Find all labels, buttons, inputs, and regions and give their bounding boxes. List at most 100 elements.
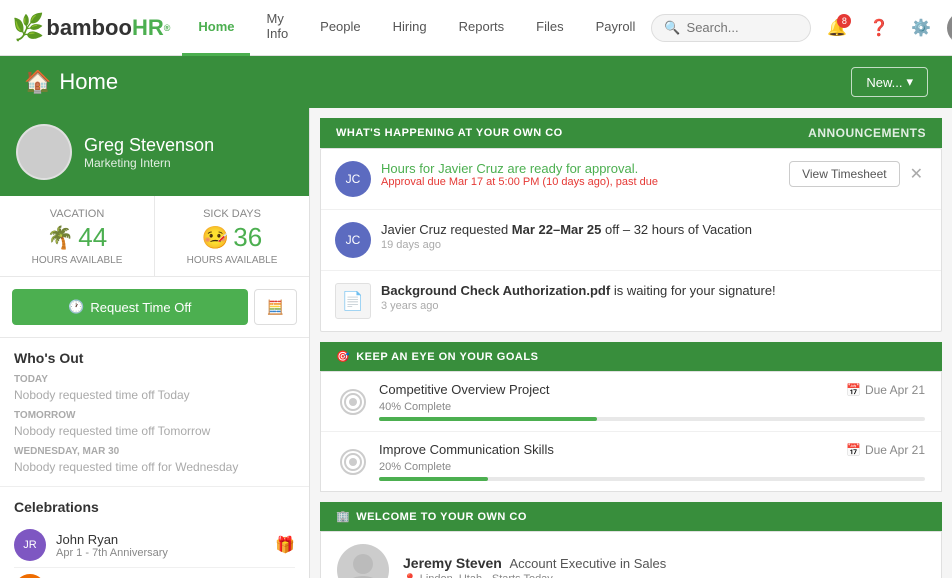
goal-header-0: Competitive Overview Project 📅 Due Apr 2… bbox=[379, 382, 925, 397]
timesheet-link[interactable]: Hours for Javier Cruz are ready for appr… bbox=[381, 161, 638, 176]
whos-out-title: Who's Out bbox=[14, 350, 295, 366]
celeb-detail-0: Apr 1 - 7th Anniversary bbox=[56, 547, 265, 559]
goal-item-0: Competitive Overview Project 📅 Due Apr 2… bbox=[321, 372, 941, 432]
request-timeoff-button[interactable]: 🕐 Request Time Off bbox=[12, 289, 248, 325]
page-title: 🏠 Home bbox=[24, 69, 118, 95]
profile-avatar[interactable] bbox=[16, 124, 72, 180]
wednesday-label: WEDNESDAY, MAR 30 bbox=[14, 446, 295, 457]
vacation-count: 44 bbox=[78, 222, 107, 253]
search-icon: 🔍 bbox=[664, 20, 680, 36]
notif-vacation-text: Javier Cruz requested Mar 22–Mar 25 off … bbox=[381, 222, 927, 237]
notif-document-content: Background Check Authorization.pdf is wa… bbox=[381, 283, 927, 312]
profile-section: Greg Stevenson Marketing Intern bbox=[0, 108, 309, 196]
clock-icon: 🕐 bbox=[68, 299, 84, 315]
celebrations-title: Celebrations bbox=[14, 499, 295, 515]
home-icon: 🏠 bbox=[24, 69, 51, 95]
tomorrow-text: Nobody requested time off Tomorrow bbox=[14, 424, 295, 438]
nav-home[interactable]: Home bbox=[182, 0, 250, 56]
goal-target-icon-0 bbox=[337, 386, 369, 418]
nav-people[interactable]: People bbox=[304, 0, 376, 56]
settings-button[interactable]: ⚙️ bbox=[905, 12, 937, 44]
sick-icon: 🤒 bbox=[202, 225, 229, 251]
welcome-card: Jeremy Steven Account Executive in Sales… bbox=[320, 531, 942, 578]
sick-count: 36 bbox=[233, 222, 262, 253]
user-avatar[interactable] bbox=[947, 12, 952, 44]
progress-fill-0 bbox=[379, 417, 597, 421]
celebrations-section: Celebrations JR John Ryan Apr 1 - 7th An… bbox=[0, 487, 309, 578]
javier-avatar-1: JC bbox=[335, 161, 371, 197]
profile-info: Greg Stevenson Marketing Intern bbox=[84, 135, 214, 170]
celebration-item-1: DP Dom Pasque Apr 2 - 4th Anniversary 🎁 bbox=[14, 568, 295, 578]
wednesday-text: Nobody requested time off for Wednesday bbox=[14, 460, 295, 474]
document-icon: 📄 bbox=[342, 291, 364, 312]
notif-document: 📄 Background Check Authorization.pdf is … bbox=[321, 271, 941, 331]
nav-files[interactable]: Files bbox=[520, 0, 579, 56]
help-button[interactable]: ❓ bbox=[863, 12, 895, 44]
sick-label: Sick Days bbox=[163, 208, 301, 220]
announcements-link[interactable]: Announcements bbox=[808, 126, 926, 140]
view-timesheet-button[interactable]: View Timesheet bbox=[789, 161, 900, 187]
welcome-item: Jeremy Steven Account Executive in Sales… bbox=[321, 532, 941, 578]
goals-header: 🎯 KEEP AN EYE ON YOUR GOALS bbox=[320, 342, 942, 371]
page-header: 🏠 Home New... ▾ bbox=[0, 56, 952, 108]
welcome-avatar bbox=[337, 544, 389, 578]
tomorrow-label: TOMORROW bbox=[14, 410, 295, 421]
notif-vacation: JC Javier Cruz requested Mar 22–Mar 25 o… bbox=[321, 210, 941, 271]
gift-icon-0[interactable]: 🎁 bbox=[275, 535, 295, 555]
welcome-header: 🏢 WELCOME TO YOUR OWN CO bbox=[320, 502, 942, 531]
notif-vacation-time: 19 days ago bbox=[381, 239, 927, 251]
search-input[interactable] bbox=[687, 20, 797, 35]
notifications-button[interactable]: 🔔 8 bbox=[821, 12, 853, 44]
progress-bar-0 bbox=[379, 417, 925, 421]
nav-payroll[interactable]: Payroll bbox=[580, 0, 652, 56]
notif-vacation-content: Javier Cruz requested Mar 22–Mar 25 off … bbox=[381, 222, 927, 251]
search-bar[interactable]: 🔍 bbox=[651, 14, 811, 42]
nav-myinfo[interactable]: My Info bbox=[250, 0, 304, 56]
approval-text: Approval due Mar 17 at 5:00 PM (10 days … bbox=[381, 176, 779, 188]
goal-due-0: 📅 Due Apr 21 bbox=[846, 383, 925, 397]
logo[interactable]: 🌿 bambooHR® bbox=[12, 12, 170, 43]
dismiss-timesheet-button[interactable]: ✕ bbox=[906, 164, 927, 184]
goal-due-1: 📅 Due Apr 21 bbox=[846, 443, 925, 457]
vacation-box: Vacation 🌴 44 HOURS AVAILABLE bbox=[0, 196, 155, 276]
goal-row-0: Competitive Overview Project 📅 Due Apr 2… bbox=[337, 382, 925, 421]
action-row: 🕐 Request Time Off 🧮 bbox=[0, 277, 309, 338]
vacation-icon: 🌴 bbox=[47, 225, 74, 251]
welcome-location: 📍 Lindon, Utah · Starts Today bbox=[403, 573, 666, 578]
main-content: Greg Stevenson Marketing Intern Vacation… bbox=[0, 108, 952, 578]
welcome-icon: 🏢 bbox=[336, 510, 350, 523]
chevron-down-icon: ▾ bbox=[906, 74, 913, 90]
javier-avatar-2: JC bbox=[335, 222, 371, 258]
new-button[interactable]: New... ▾ bbox=[851, 67, 928, 97]
celeb-avatar-0: JR bbox=[14, 529, 46, 561]
notif-document-time: 3 years ago bbox=[381, 300, 927, 312]
notif-timesheet: JC Hours for Javier Cruz are ready for a… bbox=[321, 149, 941, 210]
whats-happening-section: WHAT'S HAPPENING AT YOUR OWN CO Announce… bbox=[320, 118, 942, 332]
celeb-name-0: John Ryan bbox=[56, 532, 265, 547]
calendar-icon-1: 📅 bbox=[846, 443, 861, 457]
whos-out-section: Who's Out TODAY Nobody requested time of… bbox=[0, 338, 309, 487]
goal-name-1: Improve Communication Skills bbox=[379, 442, 554, 457]
celebration-item-0: JR John Ryan Apr 1 - 7th Anniversary 🎁 bbox=[14, 523, 295, 568]
welcome-section: 🏢 WELCOME TO YOUR OWN CO Jeremy Steven A… bbox=[320, 502, 942, 578]
nav-right: 🔍 🔔 8 ❓ ⚙️ bbox=[651, 12, 952, 44]
notifications-card: JC Hours for Javier Cruz are ready for a… bbox=[320, 148, 942, 332]
notif-timesheet-actions: View Timesheet ✕ bbox=[789, 161, 927, 187]
welcome-title: Account Executive in Sales bbox=[509, 556, 666, 571]
location-icon: 📍 bbox=[403, 573, 417, 578]
today-text: Nobody requested time off Today bbox=[14, 388, 295, 402]
goal-row-1: Improve Communication Skills 📅 Due Apr 2… bbox=[337, 442, 925, 481]
goal-target-icon-1 bbox=[337, 446, 369, 478]
calculator-button[interactable]: 🧮 bbox=[254, 289, 297, 325]
goal-detail-1: Improve Communication Skills 📅 Due Apr 2… bbox=[379, 442, 925, 481]
sick-avail: HOURS AVAILABLE bbox=[163, 255, 301, 266]
calendar-icon-0: 📅 bbox=[846, 383, 861, 397]
goal-item-1: Improve Communication Skills 📅 Due Apr 2… bbox=[321, 432, 941, 491]
profile-title: Marketing Intern bbox=[84, 156, 214, 170]
today-label: TODAY bbox=[14, 374, 295, 385]
goal-detail-0: Competitive Overview Project 📅 Due Apr 2… bbox=[379, 382, 925, 421]
sick-box: Sick Days 🤒 36 HOURS AVAILABLE bbox=[155, 196, 309, 276]
nav-hiring[interactable]: Hiring bbox=[377, 0, 443, 56]
calculator-icon: 🧮 bbox=[267, 299, 284, 315]
nav-reports[interactable]: Reports bbox=[443, 0, 521, 56]
